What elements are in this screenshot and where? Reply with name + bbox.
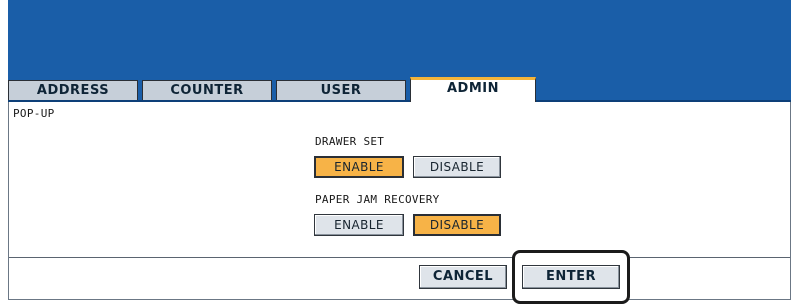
paper-jam-recovery-disable-button[interactable]: DISABLE — [413, 214, 501, 236]
page-title: POP-UP — [13, 107, 55, 120]
drawer-set-disable-button[interactable]: DISABLE — [413, 156, 501, 178]
drawer-set-label: DRAWER SET — [315, 135, 385, 148]
paper-jam-recovery-label: PAPER JAM RECOVERY — [315, 193, 440, 206]
tab-admin[interactable]: ADMIN — [410, 77, 536, 103]
admin-screen: ADDRESS COUNTER USER ADMIN POP-UP DRAWER… — [8, 0, 791, 304]
divider — [9, 257, 790, 258]
drawer-set-enable-button[interactable]: ENABLE — [314, 156, 404, 178]
paper-jam-recovery-enable-button[interactable]: ENABLE — [314, 214, 404, 236]
tab-address[interactable]: ADDRESS — [8, 80, 138, 100]
content-panel: POP-UP DRAWER SET ENABLE DISABLE PAPER J… — [8, 102, 791, 300]
tab-counter[interactable]: COUNTER — [142, 80, 272, 100]
tab-user[interactable]: USER — [276, 80, 406, 100]
enter-button[interactable]: ENTER — [522, 265, 620, 289]
cancel-button[interactable]: CANCEL — [419, 265, 507, 289]
